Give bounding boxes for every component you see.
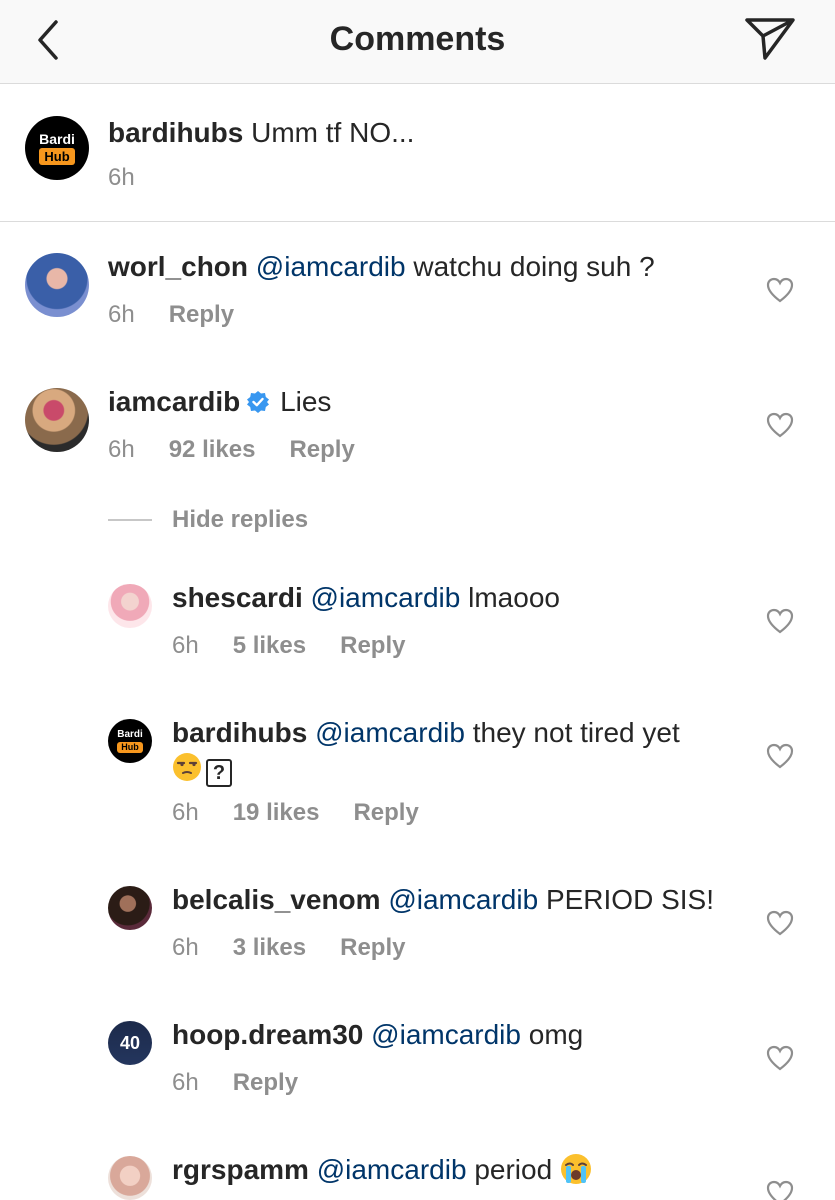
reply-text: belcalis_venom @iamcardib PERIOD SIS! [172,883,714,917]
comment-text: iamcardib Lies [108,385,331,419]
likes-count[interactable]: 92 likes [169,436,256,464]
likes-count[interactable]: 3 likes [233,934,306,962]
likes-count[interactable]: 5 likes [233,632,306,660]
avatar[interactable] [108,886,152,930]
timestamp: 6h [108,164,135,191]
reply-body: lmaooo [468,582,560,613]
avatar[interactable] [108,1156,152,1200]
caption-text: bardihubs Umm tf NO... [108,116,414,150]
reply-username[interactable]: shescardi [172,582,303,613]
reply-meta: 6h Reply [172,1069,298,1097]
heart-icon[interactable] [766,1045,794,1071]
reply-text: rgrspamm @iamcardib period [172,1153,592,1187]
avatar[interactable]: Bardi Hub [25,116,89,180]
heart-icon[interactable] [766,910,794,936]
reply-button[interactable]: Reply [353,799,418,827]
hide-replies-toggle[interactable]: Hide replies [108,506,308,534]
post-caption: Bardi Hub bardihubs Umm tf NO... 6h [0,84,835,222]
mention-link[interactable]: @iamcardib [315,717,465,748]
verified-badge-icon [247,391,270,413]
comment-meta: 6h Reply [108,301,234,329]
reply-body: omg [528,1019,584,1050]
comment-body: Lies [280,386,332,417]
comment-username[interactable]: iamcardib [108,386,240,417]
mention-link[interactable]: @iamcardib [256,251,406,282]
missing-character-icon: ? [206,759,232,787]
reply-text: hoop.dream30 @iamcardib omg [172,1018,583,1052]
avatar[interactable] [108,584,152,628]
mention-link[interactable]: @iamcardib [371,1019,521,1050]
timestamp: 6h [172,1069,199,1096]
likes-count[interactable]: 19 likes [233,799,320,827]
heart-icon[interactable] [766,608,794,634]
reply-body: they not tired yet [472,717,680,748]
mention-link[interactable]: @iamcardib [388,884,538,915]
reply-meta: 6h 3 likes Reply [172,934,405,962]
reply-username[interactable]: bardihubs [172,717,307,748]
caption-body: Umm tf NO... [251,117,415,148]
heart-icon[interactable] [766,1180,794,1200]
caption-meta: 6h [108,164,135,192]
loudly-crying-face-icon [560,1154,591,1184]
avatar-jersey-number: 40 [119,1032,141,1053]
avatar[interactable]: 40 [108,1021,152,1065]
mention-link[interactable]: @iamcardib [317,1154,467,1185]
reply-username[interactable]: hoop.dream30 [172,1019,363,1050]
unamused-face-icon [173,753,201,781]
heart-icon[interactable] [766,743,794,769]
reply-meta: 6h 5 likes Reply [172,632,405,660]
paper-plane-icon[interactable] [743,14,797,64]
timestamp: 6h [172,632,199,659]
reply-body: period [474,1154,553,1185]
avatar[interactable] [25,253,89,317]
top-bar: Comments [0,0,835,84]
avatar-logo-badge: Hub [117,741,143,753]
caption-username[interactable]: bardihubs [108,117,243,148]
comment-text: worl_chon @iamcardib watchu doing suh ? [108,250,655,284]
avatar-logo-badge: Hub [39,147,75,165]
timestamp: 6h [108,436,135,463]
comment-meta: 6h 92 likes Reply [108,436,355,464]
timestamp: 6h [172,799,199,826]
reply-username[interactable]: rgrspamm [172,1154,309,1185]
avatar-logo-text: Bardi [39,130,75,147]
page-title: Comments [329,20,506,58]
avatar-logo-text: Bardi [117,728,143,740]
avatar[interactable]: Bardi Hub [108,719,152,763]
reply-username[interactable]: belcalis_venom [172,884,381,915]
reply-meta: 6h 19 likes Reply [172,799,419,827]
comment-body: watchu doing suh ? [413,251,655,282]
divider-line [108,519,152,521]
heart-icon[interactable] [766,412,794,438]
reply-text: bardihubs @iamcardib they not tired yet … [172,716,732,787]
reply-body: PERIOD SIS! [545,884,714,915]
reply-button[interactable]: Reply [289,436,354,464]
reply-button[interactable]: Reply [340,632,405,660]
mention-link[interactable]: @iamcardib [311,582,461,613]
heart-icon[interactable] [766,277,794,303]
reply-button[interactable]: Reply [340,934,405,962]
avatar[interactable] [25,388,89,452]
reply-button[interactable]: Reply [233,1069,298,1097]
reply-text: shescardi @iamcardib lmaooo [172,581,560,615]
timestamp: 6h [172,934,199,961]
reply-button[interactable]: Reply [169,301,234,329]
timestamp: 6h [108,301,135,328]
comment-username[interactable]: worl_chon [108,251,248,282]
hide-replies-label[interactable]: Hide replies [172,506,308,534]
